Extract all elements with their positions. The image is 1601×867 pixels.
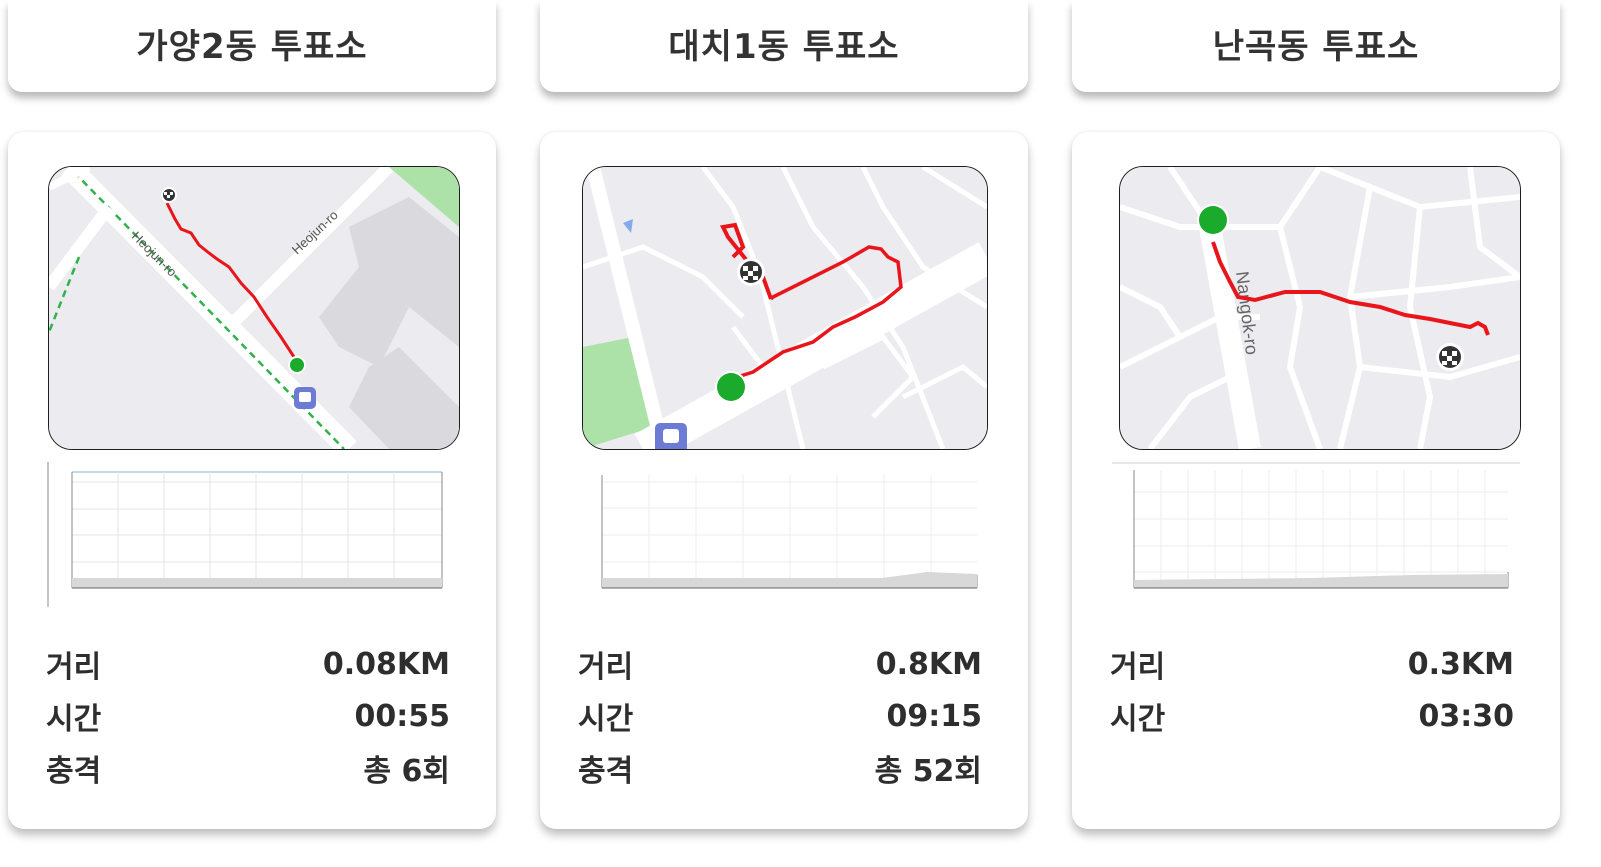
elevation-chart [47, 462, 443, 607]
stat-value: 00:55 [354, 698, 451, 734]
polling-place-title: 가양2동 투표소 [136, 26, 368, 67]
stat-time: 시간 03:30 [1110, 696, 1515, 738]
stat-value: 총 6회 [363, 754, 450, 789]
route-map[interactable]: Heojun-ro Heojun-ro [48, 166, 460, 450]
polling-place-title: 대치1동 투표소 [668, 26, 900, 67]
stat-value: 03:30 [1418, 698, 1515, 734]
stat-label: 시간 [1110, 702, 1166, 737]
finish-flag-icon [161, 187, 177, 203]
stat-time: 시간 00:55 [46, 696, 451, 738]
card-3-header: 난곡동 투표소 [1072, 0, 1560, 92]
start-marker-icon [1197, 204, 1229, 236]
elevation-chart [1112, 462, 1520, 589]
start-marker-icon [288, 356, 306, 374]
card-3: Nangok-ro 거리 0.3KM 시간 03:30 [1072, 132, 1560, 829]
stat-value: 총 52회 [874, 754, 982, 789]
stat-time: 시간 09:15 [578, 696, 983, 738]
finish-flag-icon [1436, 343, 1464, 371]
card-1-header: 가양2동 투표소 [8, 0, 496, 92]
polling-place-title: 난곡동 투표소 [1212, 26, 1420, 67]
start-marker-icon [715, 371, 747, 403]
bus-stop-icon[interactable] [655, 423, 687, 449]
stat-label: 시간 [578, 702, 634, 737]
stat-distance: 거리 0.3KM [1110, 644, 1514, 686]
stat-impact: 충격 총 52회 [578, 748, 982, 789]
stat-label: 충격 [578, 754, 634, 789]
bus-stop-icon[interactable] [294, 387, 316, 409]
stat-value: 0.08KM [322, 646, 450, 682]
stat-value: 0.3KM [1407, 646, 1514, 682]
stat-value: 09:15 [886, 698, 983, 734]
stat-label: 거리 [1110, 650, 1166, 685]
stat-label: 거리 [46, 650, 102, 685]
stat-label: 충격 [46, 754, 102, 789]
stat-label: 거리 [578, 650, 634, 685]
card-2-header: 대치1동 투표소 [540, 0, 1028, 92]
card-1: Heojun-ro Heojun-ro 거리 0.08KM 시간 00:55 충… [8, 132, 496, 829]
card-2: 거리 0.8KM 시간 09:15 충격 총 52회 [540, 132, 1028, 829]
elevation-chart [601, 475, 978, 589]
stat-distance: 거리 0.08KM [46, 644, 450, 686]
stat-value: 0.8KM [875, 646, 982, 682]
stat-distance: 거리 0.8KM [578, 644, 982, 686]
finish-flag-icon [737, 258, 765, 286]
route-map[interactable] [582, 166, 988, 450]
stat-impact: 충격 총 6회 [46, 748, 450, 789]
route-map[interactable]: Nangok-ro [1119, 166, 1521, 450]
stat-label: 시간 [46, 702, 102, 737]
